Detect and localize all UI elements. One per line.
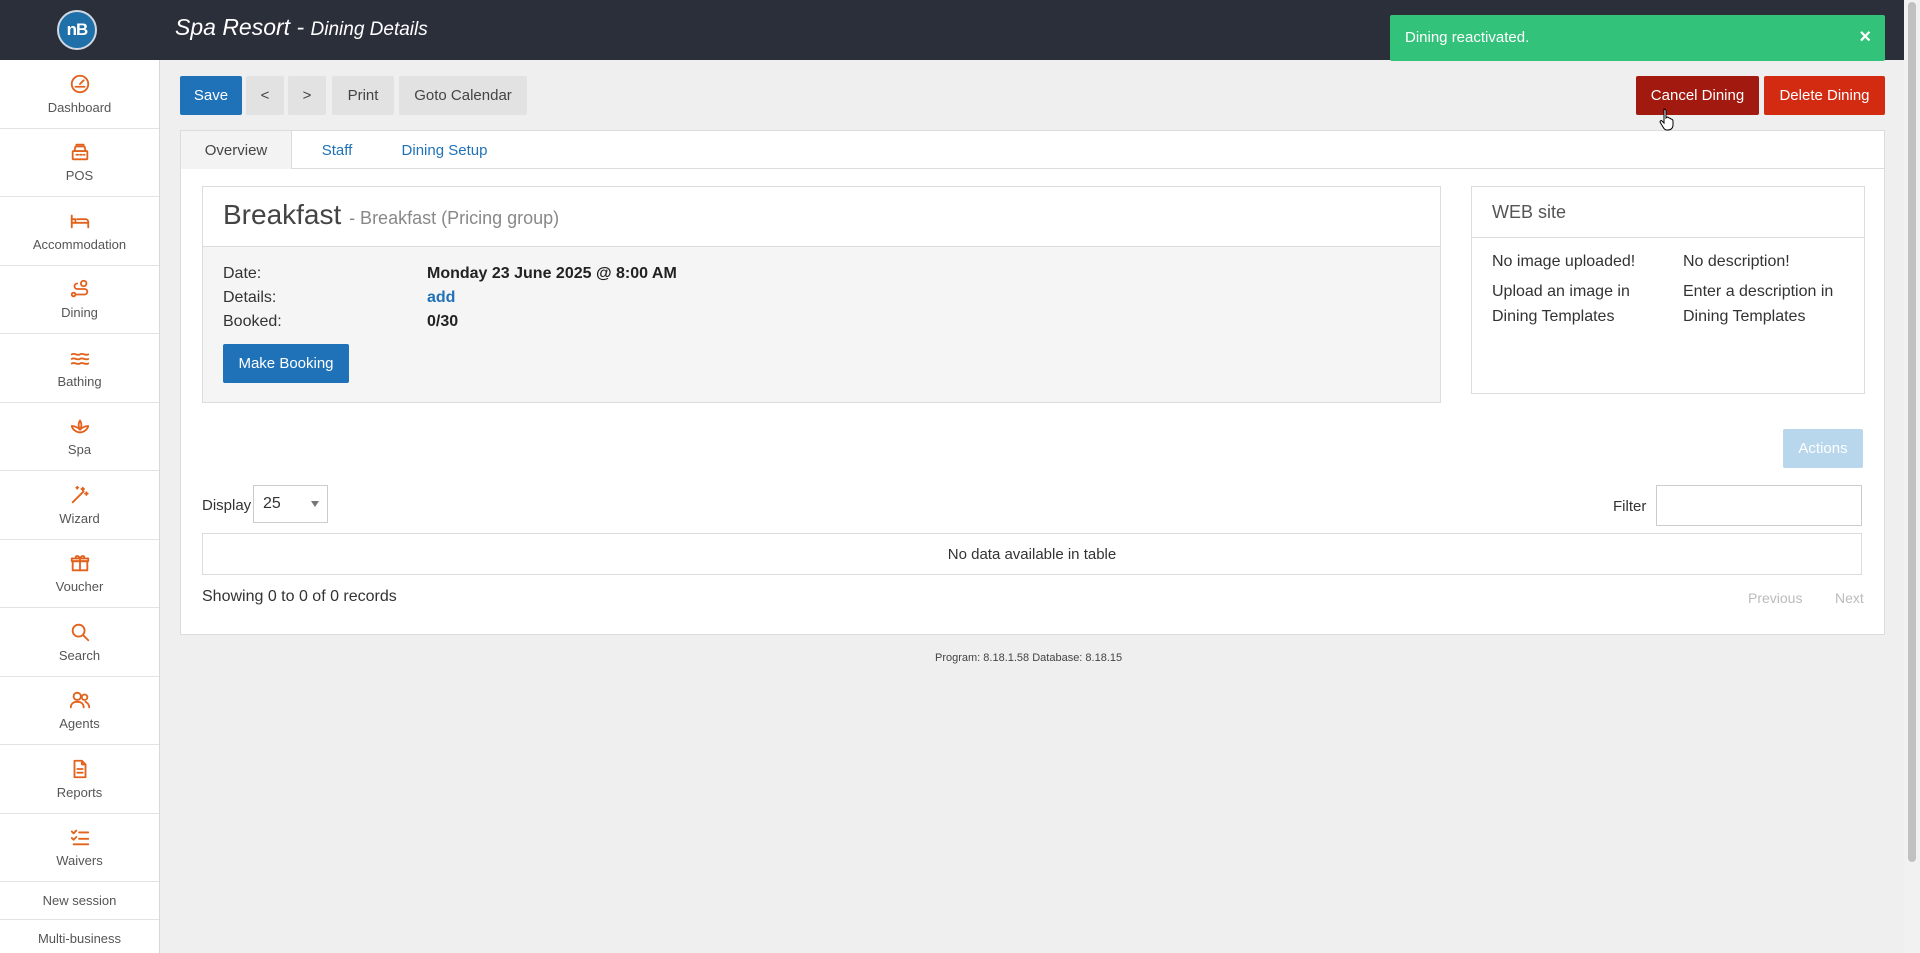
document-icon (73, 759, 86, 778)
filter-label: Filter (1613, 498, 1647, 515)
bed-icon (70, 214, 89, 229)
image-templates-link[interactable]: Dining Templates (1492, 308, 1614, 326)
page-size-value: 25 (263, 495, 281, 512)
toast-close-icon[interactable]: × (1859, 26, 1871, 49)
sidebar-item-wizard[interactable]: Wizard (0, 471, 159, 540)
app-logo[interactable]: nB (57, 10, 97, 50)
dining-info-card: Breakfast - Breakfast (Pricing group) Da… (202, 186, 1441, 403)
sidebar-item-label: Agents (59, 716, 100, 732)
sidebar-item-reports[interactable]: Reports (0, 745, 159, 814)
display-label: Display (202, 497, 252, 514)
page-size-select[interactable]: 25 (253, 485, 328, 523)
next-record-button[interactable]: > (288, 76, 326, 115)
sidebar-item-spa[interactable]: Spa (0, 403, 159, 471)
tab-dining-setup[interactable]: Dining Setup (382, 131, 507, 169)
records-table: No data available in table (202, 533, 1862, 575)
lotus-icon (70, 419, 89, 434)
sidebar-item-label: POS (65, 168, 94, 184)
web-site-heading: WEB site (1492, 202, 1567, 222)
sidebar-item-search[interactable]: Search (0, 608, 159, 677)
pagination-previous[interactable]: Previous (1748, 590, 1802, 606)
users-icon (69, 692, 90, 709)
description-status: No description! (1683, 253, 1790, 270)
web-site-header: WEB site (1472, 187, 1864, 238)
scrollbar-thumb[interactable] (1908, 2, 1916, 862)
hand-cursor-icon (1659, 108, 1674, 131)
page-title: Spa Resort - Dining Details (175, 14, 428, 41)
sidebar-item-bathing[interactable]: Bathing (0, 334, 159, 403)
actions-button[interactable]: Actions (1783, 429, 1863, 468)
gift-icon (70, 555, 89, 572)
sidebar-item-dining[interactable]: Dining (0, 266, 159, 334)
vertical-scrollbar[interactable] (1904, 0, 1920, 953)
sidebar-item-voucher[interactable]: Voucher (0, 540, 159, 608)
tab-bar: Overview Staff Dining Setup (181, 131, 1884, 169)
sidebar-item-label: Bathing (57, 373, 102, 389)
tab-overview[interactable]: Overview (181, 131, 292, 169)
print-button[interactable]: Print (332, 76, 394, 115)
cash-register-icon (71, 144, 88, 161)
sidebar-item-label: Reports (56, 784, 103, 800)
filter-input[interactable] (1656, 485, 1862, 526)
toast-message: Dining reactivated. (1405, 29, 1530, 46)
dining-title: Breakfast - Breakfast (Pricing group) (223, 199, 559, 231)
date-label: Date: (223, 265, 262, 282)
success-toast: Dining reactivated. × (1390, 15, 1885, 61)
gauge-icon (70, 74, 89, 93)
sidebar-item-label: Wizard (59, 510, 100, 526)
pagination-next[interactable]: Next (1835, 590, 1864, 606)
booked-label: Booked: (223, 313, 282, 330)
app-title: Spa Resort (175, 14, 291, 40)
sidebar-item-dashboard[interactable]: Dashboard (0, 60, 159, 129)
sidebar-item-label: Voucher (55, 579, 104, 595)
meal-name: Breakfast (223, 199, 342, 230)
sidebar-item-label: Spa (67, 442, 92, 458)
search-icon (71, 623, 89, 641)
sidebar-item-pos[interactable]: POS (0, 129, 159, 197)
sidebar-item-label: Dashboard (47, 99, 112, 115)
sidebar-item-accommodation[interactable]: Accommodation (0, 197, 159, 266)
version-info: Program: 8.18.1.58 Database: 8.18.15 (935, 652, 1123, 664)
sidebar-item-label: Accommodation (32, 236, 127, 252)
sidebar: Dashboard POS Accommodation Dining Bathi… (0, 60, 160, 953)
sidebar-link-new-session[interactable]: New session (0, 882, 159, 920)
sidebar-link-multi-business[interactable]: Multi-business (0, 920, 159, 953)
caret-down-icon (311, 501, 319, 507)
checklist-icon (70, 829, 89, 846)
sidebar-item-label: Search (58, 647, 101, 663)
make-booking-button[interactable]: Make Booking (223, 344, 349, 383)
dining-card-header: Breakfast - Breakfast (Pricing group) (203, 187, 1440, 247)
image-status: No image uploaded! (1492, 253, 1636, 270)
main-panel: Overview Staff Dining Setup Breakfast - … (180, 130, 1885, 635)
empty-table-message: No data available in table (947, 545, 1117, 563)
records-info: Showing 0 to 0 of 0 records (202, 588, 397, 605)
description-hint: Enter a description in (1683, 283, 1834, 300)
sidebar-item-agents[interactable]: Agents (0, 677, 159, 745)
sidebar-item-label: Waivers (56, 853, 103, 869)
tab-staff[interactable]: Staff (292, 131, 382, 169)
image-hint: Upload an image in (1492, 283, 1630, 300)
route-icon (70, 280, 88, 298)
save-button[interactable]: Save (180, 76, 242, 115)
sidebar-item-label: Dining (61, 305, 98, 321)
title-separator: - (290, 14, 311, 40)
web-site-card: WEB site No image uploaded! Upload an im… (1471, 186, 1865, 394)
previous-record-button[interactable]: < (246, 76, 284, 115)
delete-dining-button[interactable]: Delete Dining (1764, 76, 1885, 115)
goto-calendar-button[interactable]: Goto Calendar (399, 76, 527, 115)
booked-value: 0/30 (427, 313, 459, 330)
water-icon (70, 352, 89, 365)
cancel-dining-button[interactable]: Cancel Dining (1636, 76, 1759, 115)
page-subtitle: Dining Details (310, 19, 428, 40)
magic-wand-icon (71, 485, 89, 503)
description-templates-link[interactable]: Dining Templates (1683, 308, 1805, 326)
date-value: Monday 23 June 2025 @ 8:00 AM (427, 265, 677, 282)
details-label: Details: (223, 289, 277, 306)
pricing-group: - Breakfast (Pricing group) (349, 208, 560, 228)
details-add-link[interactable]: add (427, 289, 455, 307)
sidebar-item-waivers[interactable]: Waivers (0, 814, 159, 882)
